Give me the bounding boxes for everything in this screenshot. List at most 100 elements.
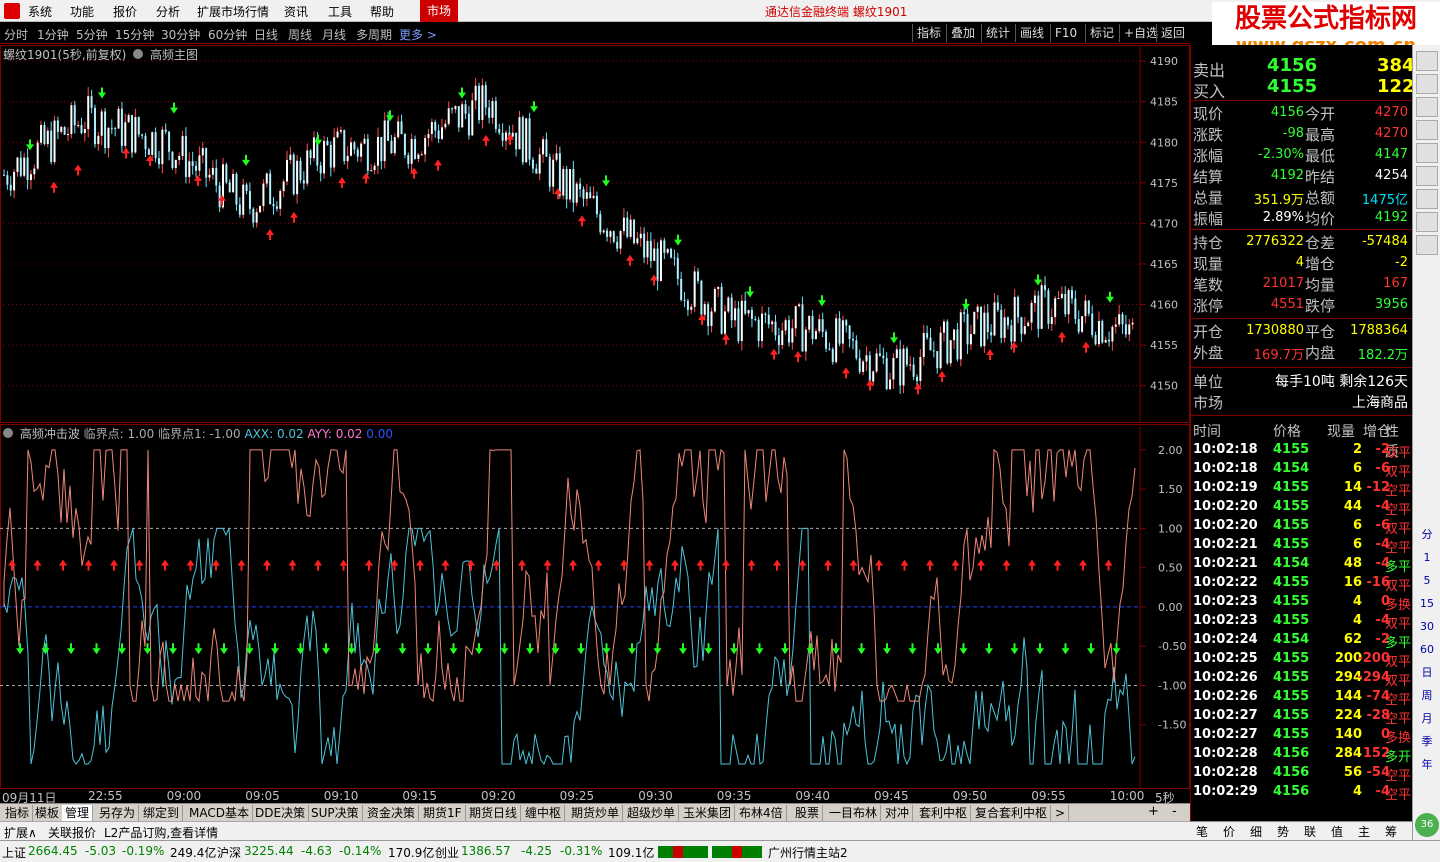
quote-panel-tab[interactable]: 值 — [1331, 823, 1343, 840]
indicator-tab[interactable]: > — [1052, 805, 1070, 821]
toolbar-stats[interactable]: 统计 — [981, 24, 1014, 42]
sidebar-tool-icon[interactable] — [1416, 143, 1438, 163]
sidebar-tool-icon[interactable] — [1416, 166, 1438, 186]
indicator-chart[interactable]: 2.00 1.50 1.00 0.50 0.00 -0.50 -1.00 -1.50 高频冲击… — [0, 424, 1190, 789]
indicator-tab[interactable]: 另存为 — [96, 805, 140, 821]
sidebar-tool-icon[interactable] — [1416, 212, 1438, 232]
sidebar-tool-icon[interactable] — [1416, 51, 1438, 71]
server-station[interactable]: 广州行情主站2 — [768, 844, 848, 861]
collapse-icon[interactable] — [3, 428, 13, 438]
sidebar-period[interactable]: 月 — [1416, 709, 1438, 729]
price-candle — [531, 159, 534, 169]
buy-arrow-icon — [696, 559, 705, 571]
period-intraday[interactable]: 分时 — [4, 26, 28, 43]
indicator-tab[interactable]: 模板 — [32, 805, 64, 821]
add-tab-button[interactable]: + — [1148, 804, 1159, 819]
menu-news[interactable]: 资讯 — [284, 3, 308, 20]
period-daily[interactable]: 日线 — [254, 26, 278, 43]
period-15min[interactable]: 15分钟 — [115, 26, 154, 43]
toolbar-back[interactable]: 返回 — [1156, 24, 1189, 42]
price-candle — [538, 154, 541, 174]
sidebar-period[interactable]: 5 — [1416, 571, 1438, 591]
quote-panel-tab[interactable]: 势 — [1277, 823, 1289, 840]
period-5min[interactable]: 5分钟 — [76, 26, 108, 43]
indicator-tab[interactable]: DDE决策 — [252, 805, 310, 821]
sidebar-period[interactable]: 季 — [1416, 732, 1438, 752]
indicator-tab[interactable]: 一目布林 — [826, 805, 882, 821]
toolbar-mark[interactable]: 标记 — [1085, 24, 1118, 42]
quote-panel-tab[interactable]: 笔 — [1196, 823, 1208, 840]
indicator-tab[interactable]: MACD基本 — [186, 805, 253, 821]
indicator-tab[interactable]: 指标 — [2, 805, 34, 821]
toolbar-f10[interactable]: F10 — [1050, 24, 1081, 42]
period-weekly[interactable]: 周线 — [288, 26, 312, 43]
indicator-tab[interactable]: 复合套利中枢 — [972, 805, 1052, 821]
l2-product-link[interactable]: L2产品订购,查看详情 — [104, 824, 218, 841]
sidebar-period[interactable]: 15 — [1416, 594, 1438, 614]
indicator-tab[interactable]: SUP决策 — [308, 805, 363, 821]
menu-tools[interactable]: 工具 — [328, 3, 352, 20]
sidebar-period[interactable]: 分 — [1416, 525, 1438, 545]
menu-help[interactable]: 帮助 — [370, 3, 394, 20]
indicator-tab[interactable]: 期货1F — [420, 805, 466, 821]
indicator-tab[interactable]: 玉米集团 — [680, 805, 736, 821]
market-button[interactable]: 市场 — [420, 0, 458, 22]
period-30min[interactable]: 30分钟 — [161, 26, 200, 43]
sell-arrow-icon — [424, 643, 432, 655]
sidebar-period[interactable]: 日 — [1416, 663, 1438, 683]
sidebar-tool-icon[interactable] — [1416, 120, 1438, 140]
price-candle — [845, 320, 848, 326]
indicator-tab[interactable]: 对冲 — [882, 805, 914, 821]
period-monthly[interactable]: 月线 — [322, 26, 346, 43]
menu-analysis[interactable]: 分析 — [156, 3, 180, 20]
main-price-chart[interactable]: 4150 4155 4160 4165 4170 4175 4180 4185 4190 螺纹1… — [0, 45, 1190, 423]
menu-extended-market[interactable]: 扩展市场行情 — [197, 3, 269, 20]
toolbar-indicator[interactable]: 指标 — [912, 24, 945, 42]
period-more[interactable]: 更多 > — [399, 26, 437, 43]
sidebar-period[interactable]: 30 — [1416, 617, 1438, 637]
quote-panel-tab[interactable]: 价 — [1223, 823, 1235, 840]
remove-tab-button[interactable]: - — [1172, 804, 1177, 819]
indicator-tab[interactable]: 管理 — [62, 805, 94, 821]
price-candle — [889, 379, 892, 390]
period-multi[interactable]: 多周期 — [356, 26, 392, 43]
related-quote-link[interactable]: 关联报价 — [48, 824, 96, 841]
sidebar-period[interactable]: 周 — [1416, 686, 1438, 706]
indicator-tab[interactable]: 期货炒单 — [568, 805, 624, 821]
sidebar-period[interactable]: 60 — [1416, 640, 1438, 660]
price-candle — [184, 136, 187, 177]
menu-system[interactable]: 系统 — [28, 3, 52, 20]
indicator-tab[interactable]: 绑定到 — [140, 805, 184, 821]
badge-icon[interactable]: 36 — [1415, 813, 1439, 837]
indicator-tab[interactable]: 套利中枢 — [916, 805, 972, 821]
period-1min[interactable]: 1分钟 — [37, 26, 69, 43]
toolbar-overlay[interactable]: 叠加 — [946, 24, 979, 42]
quote-panel-tab[interactable]: 细 — [1250, 823, 1262, 840]
sidebar-tool-icon[interactable] — [1416, 97, 1438, 117]
quote-panel-tab[interactable]: 筹 — [1385, 823, 1397, 840]
menu-quote[interactable]: 报价 — [113, 3, 137, 20]
indicator-tab[interactable]: 缠中枢 — [522, 805, 566, 821]
price-candle — [1124, 324, 1127, 335]
period-60min[interactable]: 60分钟 — [208, 26, 247, 43]
quote-panel-tab[interactable]: 主 — [1358, 823, 1370, 840]
sidebar-period[interactable]: 1 — [1416, 548, 1438, 568]
tick-volume: 48 — [1343, 556, 1362, 571]
indicator-tab[interactable]: 资金决策 — [364, 805, 420, 821]
price-candle — [838, 318, 841, 344]
collapse-icon[interactable] — [133, 49, 144, 59]
sidebar-tool-icon[interactable] — [1416, 235, 1438, 255]
indicator-tab[interactable]: 期货日线 — [466, 805, 522, 821]
indicator-tab[interactable]: 布林4倍 — [736, 805, 787, 821]
price-candle — [259, 205, 262, 213]
menu-function[interactable]: 功能 — [70, 3, 94, 20]
sidebar-period[interactable]: 年 — [1416, 755, 1438, 775]
sidebar-tool-icon[interactable] — [1416, 189, 1438, 209]
quote-panel-tab[interactable]: 联 — [1304, 823, 1316, 840]
sidebar-tool-icon[interactable] — [1416, 74, 1438, 94]
expand-link[interactable]: 扩展∧ — [4, 824, 37, 841]
indicator-tab[interactable]: 股票 — [792, 805, 824, 821]
tick-time: 10:02:26 — [1193, 670, 1258, 685]
toolbar-draw[interactable]: 画线 — [1015, 24, 1048, 42]
indicator-tab[interactable]: 超级炒单 — [624, 805, 680, 821]
